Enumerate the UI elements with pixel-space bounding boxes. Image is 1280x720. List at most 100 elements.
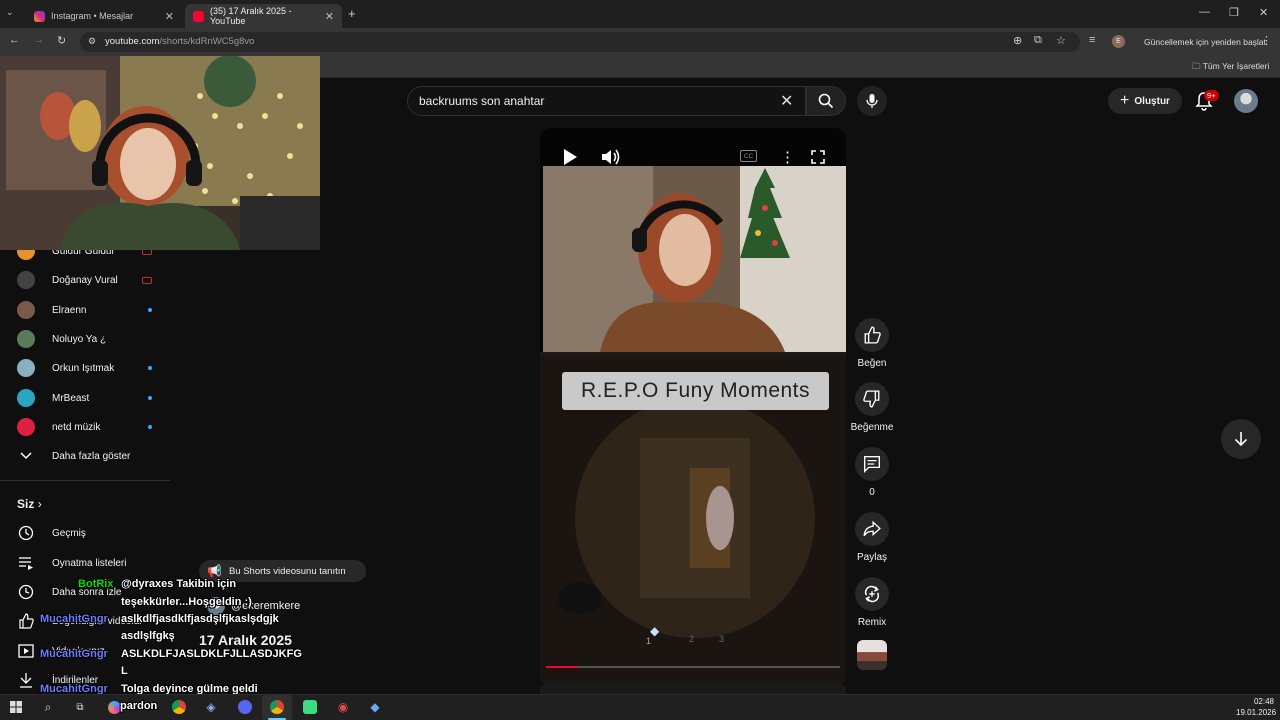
channel-thumbnail[interactable] — [857, 640, 887, 670]
search-icon — [818, 93, 834, 109]
channel-avatar — [17, 389, 35, 407]
forward-arrow-icon[interactable]: → — [33, 34, 44, 46]
video-title: 17 Aralık 2025 — [199, 632, 292, 648]
next-short-peek — [540, 684, 846, 694]
all-bookmarks-label: Tüm Yer İşaretleri — [1202, 61, 1270, 71]
close-icon[interactable]: ✕ — [325, 10, 334, 23]
relaunch-label: Güncellemek için yeniden başlat — [1144, 37, 1266, 47]
dislike-button[interactable]: Beğenme — [850, 382, 894, 433]
all-bookmarks-button[interactable]: 🗀 Tüm Yer İşaretleri — [1192, 61, 1269, 75]
steam-alt-icon[interactable]: ◆ — [367, 699, 383, 715]
play-button[interactable] — [562, 148, 578, 171]
steam-icon[interactable]: ◈ — [203, 699, 219, 715]
back-arrow-icon[interactable]: ← — [9, 34, 20, 46]
sidebar-subscription-item[interactable]: Orkun Işıtmak — [17, 358, 152, 378]
sidebar-subscription-item[interactable]: netd müzik — [17, 417, 152, 437]
page-dot-3: 3 — [719, 634, 725, 644]
sidebar-item-history[interactable]: Geçmiş — [17, 523, 86, 543]
next-short-button[interactable] — [1221, 419, 1261, 459]
kebab-menu-icon[interactable]: ⋮ — [1261, 34, 1272, 47]
sidebar-item-label: Geçmiş — [52, 527, 86, 539]
windows-start-icon[interactable] — [8, 699, 24, 715]
site-info-icon[interactable]: ⚙ — [88, 36, 96, 47]
chat-username: BotRix — [78, 578, 114, 590]
chat-message: MucahitGngr — [40, 613, 108, 625]
close-icon[interactable]: ✕ — [165, 10, 174, 23]
progress-bar[interactable] — [546, 666, 840, 668]
subscription-name: Noluyo Ya ¿ — [52, 333, 107, 345]
new-content-dot — [148, 396, 152, 400]
relaunch-update-button[interactable]: Güncellemek için yeniden başlat — [1136, 33, 1274, 51]
install-app-icon[interactable]: ⧉ — [1034, 34, 1042, 47]
channel-avatar — [17, 271, 35, 289]
new-tab-plus-icon[interactable]: + — [348, 6, 356, 21]
chrome-active-icon[interactable] — [269, 699, 285, 715]
new-content-dot — [148, 366, 152, 370]
thumb-down-icon — [863, 390, 880, 408]
account-avatar[interactable] — [1234, 89, 1258, 113]
tab-youtube[interactable]: (35) 17 Aralık 2025 - YouTube ✕ — [185, 4, 342, 28]
chrome-icon[interactable] — [171, 699, 187, 715]
fullscreen-icon — [811, 150, 825, 164]
new-content-dot — [148, 308, 152, 312]
search-query[interactable]: backruums son anahtar — [419, 94, 544, 108]
create-button[interactable]: + Oluştur — [1108, 88, 1182, 114]
folder-icon: 🗀 — [1192, 61, 1201, 71]
show-more-button[interactable]: Daha fazla göster — [17, 446, 130, 466]
volume-icon — [602, 149, 620, 165]
volume-button[interactable] — [601, 148, 621, 171]
recording-app-icon[interactable]: ◉ — [335, 699, 351, 715]
channel-avatar — [17, 330, 35, 348]
tab-search-chevron-icon[interactable]: ⌄ — [6, 7, 14, 18]
comments-button[interactable]: 0 — [850, 447, 894, 498]
chat-message: BotRix — [78, 578, 113, 590]
profile-initial: E — [1116, 38, 1121, 45]
restore-icon[interactable]: ❐ — [1229, 6, 1239, 19]
zoom-icon[interactable]: ⊕ — [1013, 34, 1022, 47]
profile-avatar[interactable]: E — [1112, 35, 1125, 48]
history-icon — [17, 524, 35, 542]
reload-icon[interactable]: ↻ — [57, 34, 66, 47]
clear-search-icon[interactable]: ✕ — [780, 91, 793, 111]
share-icon — [863, 520, 881, 537]
search-button[interactable] — [806, 86, 846, 116]
microphone-icon — [866, 94, 878, 108]
notification-badge: 9+ — [1204, 90, 1219, 101]
sidebar-subscription-item[interactable]: Doğanay Vural — [17, 270, 152, 290]
like-label: Beğen — [857, 358, 887, 369]
like-button[interactable]: Beğen — [850, 318, 894, 369]
subscription-name: Elraenn — [52, 304, 87, 316]
search-icon[interactable]: ⌕ — [40, 699, 56, 715]
bookmark-star-icon[interactable]: ☆ — [1056, 34, 1066, 47]
sidebar-item-playlists[interactable]: Oynatma listeleri — [17, 553, 126, 573]
instagram-icon — [34, 10, 45, 22]
you-section-heading[interactable]: Siz › — [17, 497, 42, 511]
sidebar-subscription-item[interactable]: MrBeast — [17, 388, 152, 408]
fullscreen-button[interactable] — [810, 149, 826, 170]
subscription-name: Doğanay Vural — [52, 274, 118, 286]
task-view-icon[interactable]: ⧉ — [72, 699, 88, 715]
more-options-icon[interactable]: ⋮ — [780, 148, 795, 166]
share-button[interactable]: Paylaş — [850, 512, 894, 563]
url-text[interactable]: youtube.com/shorts/kdRnWC5g8vo — [105, 36, 254, 47]
discord-icon[interactable] — [237, 699, 253, 715]
chevron-right-icon: › — [37, 497, 42, 511]
window-close-icon[interactable]: ✕ — [1259, 6, 1268, 19]
voice-search-button[interactable] — [857, 86, 887, 116]
sidebar-subscription-item[interactable]: Elraenn — [17, 300, 152, 320]
reading-list-icon[interactable]: ≡ — [1089, 34, 1095, 46]
chat-text: pardon — [120, 700, 158, 712]
tab-instagram[interactable]: Instagram • Mesajlar ✕ — [26, 4, 182, 28]
minimize-icon[interactable]: — — [1199, 6, 1210, 18]
android-app-icon[interactable] — [302, 699, 318, 715]
clock-time: 02:48 — [1253, 697, 1274, 706]
page-dot-1: 1 — [646, 636, 652, 646]
system-clock[interactable]: 02:48 19.01.2026 — [1236, 696, 1276, 718]
channel-avatar — [17, 359, 35, 377]
sidebar-subscription-item[interactable]: Noluyo Ya ¿ — [17, 329, 152, 349]
remix-button[interactable]: Remix — [850, 577, 894, 628]
captions-cc-icon[interactable]: CC — [740, 150, 757, 162]
progress-bar-fill — [546, 666, 579, 668]
subscription-name: netd müzik — [52, 421, 101, 433]
thumb-up-icon — [864, 326, 881, 344]
